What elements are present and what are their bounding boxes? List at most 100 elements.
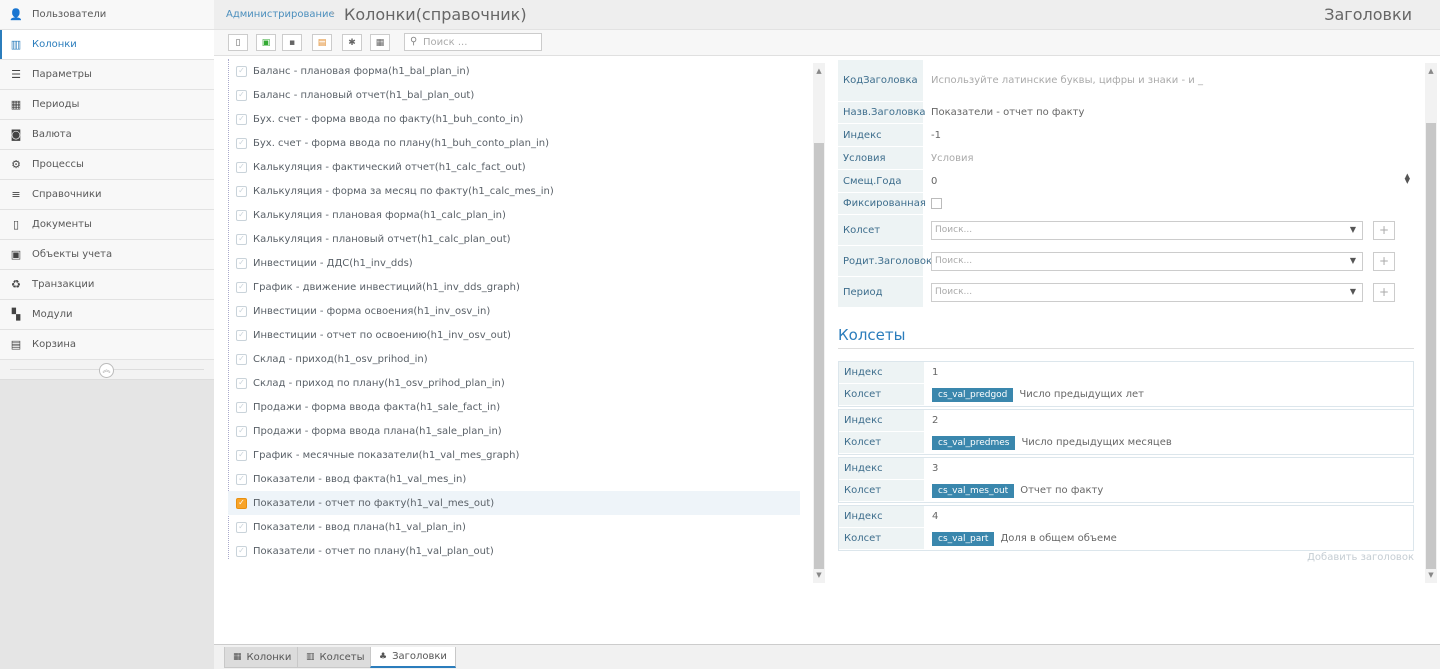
tree-item[interactable]: ✓ Инвестиции - ДДС(h1_inv_dds) bbox=[228, 251, 800, 275]
form-scrollbar[interactable]: ▲ ▼ bbox=[1425, 63, 1437, 583]
save-button[interactable]: ▪ bbox=[282, 34, 302, 51]
settings-button[interactable]: ✱ bbox=[342, 34, 362, 51]
tree-item[interactable]: ✓ Склад - приход(h1_osv_prihod_in) bbox=[228, 347, 800, 371]
index-field[interactable]: -1 bbox=[923, 124, 1414, 146]
kolset-value[interactable]: cs_val_mes_out Отчет по факту bbox=[924, 480, 1413, 501]
tree-item-checkbox[interactable]: ✓ bbox=[236, 137, 247, 149]
kolset-index-value[interactable]: 1 bbox=[924, 362, 1413, 383]
add-period-button[interactable]: + bbox=[1373, 282, 1395, 302]
tree-item[interactable]: ✓ Баланс - плановая форма(h1_bal_plan_in) bbox=[228, 59, 800, 83]
tree-item[interactable]: ✓ Калькуляция - форма за месяц по факту(h… bbox=[228, 179, 800, 203]
tree-item[interactable]: ✓ Бух. счет - форма ввода по плану(h1_buh… bbox=[228, 131, 800, 155]
tree-scroll-thumb[interactable] bbox=[814, 143, 824, 569]
breadcrumb-admin[interactable]: Администрирование bbox=[226, 9, 335, 20]
sidebar-item-2[interactable]: ☰ Параметры bbox=[0, 60, 214, 90]
tree-item[interactable]: ✓ Инвестиции - отчет по освоению(h1_inv_o… bbox=[228, 323, 800, 347]
sidebar-item-5[interactable]: ⚙ Процессы bbox=[0, 150, 214, 180]
sidebar-item-7[interactable]: ▯ Документы bbox=[0, 210, 214, 240]
year-shift-stepper[interactable]: 0 ▲ ▼ bbox=[923, 170, 1414, 192]
add-kolset-button[interactable]: + bbox=[1373, 220, 1395, 240]
bottom-tab-0[interactable]: ▦ Колонки bbox=[224, 647, 301, 668]
tree-item-checkbox[interactable]: ✓ bbox=[236, 329, 247, 341]
form-scroll-thumb[interactable] bbox=[1426, 123, 1436, 569]
spinner-icon[interactable]: ▲ ▼ bbox=[1405, 173, 1410, 185]
kolset-value[interactable]: cs_val_part Доля в общем объеме bbox=[924, 528, 1413, 549]
delete-button[interactable]: ▤ bbox=[312, 34, 332, 51]
scroll-down-icon[interactable]: ▼ bbox=[1425, 569, 1437, 581]
form-row-parent: Родит.Заголовок Поиск... ▼ + bbox=[838, 246, 1414, 277]
tree-item-checkbox[interactable]: ✓ bbox=[236, 377, 247, 389]
tree-item[interactable]: ✓ Продажи - форма ввода плана(h1_sale_pla… bbox=[228, 419, 800, 443]
conditions-field[interactable]: Условия bbox=[923, 147, 1414, 169]
tree-item[interactable]: ✓ График - месячные показатели(h1_val_mes… bbox=[228, 443, 800, 467]
bottom-tab-2[interactable]: ♣ Заголовки bbox=[370, 647, 456, 668]
tree-item-checkbox[interactable]: ✓ bbox=[236, 497, 247, 509]
kolset-value[interactable]: cs_val_predgod Число предыдущих лет bbox=[924, 384, 1413, 405]
sidebar-item-4[interactable]: ◙ Валюта bbox=[0, 120, 214, 150]
new-file-button[interactable]: ▯ bbox=[228, 34, 248, 51]
tree-item-checkbox[interactable]: ✓ bbox=[236, 65, 247, 77]
tree-item-checkbox[interactable]: ✓ bbox=[236, 257, 247, 269]
tree-item-checkbox[interactable]: ✓ bbox=[236, 113, 247, 125]
scroll-down-icon[interactable]: ▼ bbox=[813, 569, 825, 581]
tree-item[interactable]: ✓ Калькуляция - плановый отчет(h1_calc_pl… bbox=[228, 227, 800, 251]
code-field[interactable]: Используйте латинские буквы, цифры и зна… bbox=[923, 60, 1414, 101]
add-header-link[interactable]: Добавить заголовок bbox=[1307, 552, 1414, 563]
sidebar-item-11[interactable]: ▤ Корзина bbox=[0, 330, 214, 360]
scroll-up-icon[interactable]: ▲ bbox=[813, 65, 825, 77]
scroll-up-icon[interactable]: ▲ bbox=[1425, 65, 1437, 77]
search-input[interactable] bbox=[423, 35, 538, 49]
tree-item-checkbox[interactable]: ✓ bbox=[236, 305, 247, 317]
tree-item-checkbox[interactable]: ✓ bbox=[236, 353, 247, 365]
tree-item[interactable]: ✓ Баланс - плановый отчет(h1_bal_plan_out… bbox=[228, 83, 800, 107]
tree-item-checkbox[interactable]: ✓ bbox=[236, 185, 247, 197]
kolset-index-value[interactable]: 3 bbox=[924, 458, 1413, 479]
add-parent-button[interactable]: + bbox=[1373, 251, 1395, 271]
sidebar-item-9[interactable]: ♻ Транзакции bbox=[0, 270, 214, 300]
tree-item-checkbox[interactable]: ✓ bbox=[236, 425, 247, 437]
tree-item-checkbox[interactable]: ✓ bbox=[236, 473, 247, 485]
tree-item-checkbox[interactable]: ✓ bbox=[236, 521, 247, 533]
sidebar-collapse-button[interactable]: ︽ bbox=[99, 363, 114, 378]
tree-item[interactable]: ✓ График - движение инвестиций(h1_inv_dds… bbox=[228, 275, 800, 299]
sidebar-item-10[interactable]: ▚ Модули bbox=[0, 300, 214, 330]
period-select[interactable]: Поиск... ▼ bbox=[931, 282, 1363, 302]
name-field[interactable]: Показатели - отчет по факту bbox=[923, 102, 1414, 123]
tree-item[interactable]: ✓ Показатели - ввод факта(h1_val_mes_in) bbox=[228, 467, 800, 491]
tree-item-checkbox[interactable]: ✓ bbox=[236, 89, 247, 101]
kolset-index-value[interactable]: 4 bbox=[924, 506, 1413, 527]
sidebar-item-0[interactable]: 👤 Пользователи bbox=[0, 0, 214, 30]
kolset-select[interactable]: Поиск... ▼ bbox=[931, 220, 1363, 240]
sidebar-item-3[interactable]: ▦ Периоды bbox=[0, 90, 214, 120]
tree-item[interactable]: ✓ Показатели - отчет по плану(h1_val_plan… bbox=[228, 539, 800, 563]
tree-item-checkbox[interactable]: ✓ bbox=[236, 545, 247, 557]
tree-item-checkbox[interactable]: ✓ bbox=[236, 449, 247, 461]
tree-item[interactable]: ✓ Склад - приход по плану(h1_osv_prihod_p… bbox=[228, 371, 800, 395]
recycle-icon: ♻ bbox=[11, 278, 21, 291]
kolset-value[interactable]: cs_val_predmes Число предыдущих месяцев bbox=[924, 432, 1413, 453]
tree-item[interactable]: ✓ Показатели - ввод плана(h1_val_plan_in) bbox=[228, 515, 800, 539]
table-view-button[interactable]: ▦ bbox=[370, 34, 390, 51]
tree-item[interactable]: ✓ Бух. счет - форма ввода по факту(h1_buh… bbox=[228, 107, 800, 131]
tree-item-checkbox[interactable]: ✓ bbox=[236, 209, 247, 221]
tree-item-checkbox[interactable]: ✓ bbox=[236, 281, 247, 293]
tree-item-checkbox[interactable]: ✓ bbox=[236, 401, 247, 413]
sidebar-item-1[interactable]: ▥ Колонки bbox=[0, 30, 214, 60]
export-excel-button[interactable]: ▣ bbox=[256, 34, 276, 51]
fixed-checkbox[interactable] bbox=[931, 198, 942, 209]
tree-item[interactable]: ✓ Инвестиции - форма освоения(h1_inv_osv_… bbox=[228, 299, 800, 323]
parent-select[interactable]: Поиск... ▼ bbox=[931, 251, 1363, 271]
tree-item[interactable]: ✓ Продажи - форма ввода факта(h1_sale_fac… bbox=[228, 395, 800, 419]
tree-item-checkbox[interactable]: ✓ bbox=[236, 233, 247, 245]
sidebar-item-8[interactable]: ▣ Объекты учета bbox=[0, 240, 214, 270]
tree-scrollbar[interactable]: ▲ ▼ bbox=[813, 63, 825, 583]
tree-item[interactable]: ✓ Показатели - отчет по факту(h1_val_mes_… bbox=[228, 491, 800, 515]
tree-item-checkbox[interactable]: ✓ bbox=[236, 161, 247, 173]
kolset-index-value[interactable]: 2 bbox=[924, 410, 1413, 431]
tree-item-label: График - месячные показатели(h1_val_mes_… bbox=[253, 449, 520, 461]
sidebar-item-6[interactable]: ≡ Справочники bbox=[0, 180, 214, 210]
bottom-tab-1[interactable]: ▥ Колсеты bbox=[297, 647, 374, 668]
tree-item[interactable]: ✓ Калькуляция - плановая форма(h1_calc_pl… bbox=[228, 203, 800, 227]
kolset-description: Доля в общем объеме bbox=[1000, 533, 1117, 544]
tree-item[interactable]: ✓ Калькуляция - фактический отчет(h1_calc… bbox=[228, 155, 800, 179]
